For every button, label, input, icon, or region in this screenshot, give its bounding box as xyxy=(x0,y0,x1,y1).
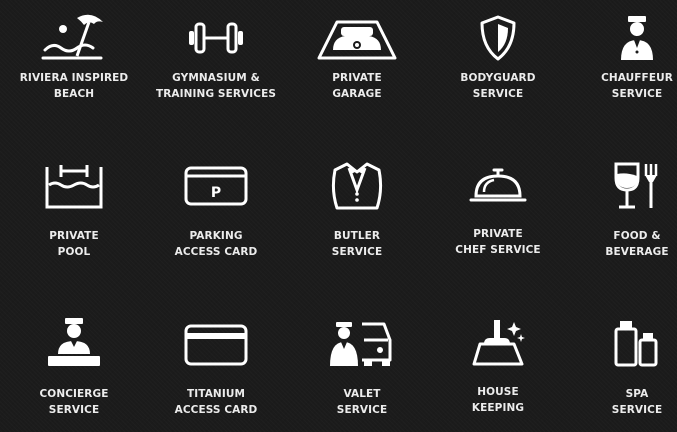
spa-bottles-icon xyxy=(592,312,677,372)
amenity-label: PRIVATE GARAGE xyxy=(332,72,382,100)
amenity-label: HOUSE KEEPING xyxy=(471,386,525,414)
amenity-housekeeping: HOUSE KEEPING xyxy=(433,312,563,432)
amenity-label: BODYGUARD SERVICE xyxy=(460,72,536,100)
amenity-chauffeur: CHAUFFEUR SERVICE xyxy=(572,8,677,128)
amenity-label: TITANIUM ACCESS CARD xyxy=(174,388,258,416)
amenity-pool: PRIVATE POOL xyxy=(9,156,139,276)
amenity-food-beverage: FOOD & BEVERAGE xyxy=(572,156,677,276)
amenity-chef: PRIVATE CHEF SERVICE xyxy=(433,156,563,276)
chauffeur-icon xyxy=(592,8,677,68)
amenity-label: RIVIERA INSPIRED BEACH xyxy=(19,72,129,100)
shield-icon xyxy=(453,8,543,68)
amenity-label: SPA SERVICE xyxy=(611,388,663,416)
svg-text:P: P xyxy=(211,185,221,201)
valet-car-icon xyxy=(317,312,407,372)
amenity-label: VALET SERVICE xyxy=(336,388,388,416)
amenity-label: PARKING ACCESS CARD xyxy=(174,230,258,258)
amenity-label: FOOD & BEVERAGE xyxy=(605,230,669,258)
amenity-label: CONCIERGE SERVICE xyxy=(39,388,109,416)
dustpan-sparkle-icon xyxy=(453,312,543,372)
amenity-butler: BUTLER SERVICE xyxy=(292,156,422,276)
cloche-icon xyxy=(453,156,543,216)
parking-card-icon: P xyxy=(171,156,261,216)
beach-umbrella-icon xyxy=(29,8,119,68)
amenity-bodyguard: BODYGUARD SERVICE xyxy=(433,8,563,128)
amenity-label: GYMNASIUM & TRAINING SERVICES xyxy=(155,72,277,100)
sports-car-garage-icon xyxy=(312,8,402,68)
concierge-icon xyxy=(29,312,119,372)
amenity-beach: RIVIERA INSPIRED BEACH xyxy=(9,8,139,128)
amenity-label: PRIVATE CHEF SERVICE xyxy=(455,228,541,256)
amenity-parking-card: P PARKING ACCESS CARD xyxy=(151,156,281,276)
access-card-icon xyxy=(171,312,261,372)
pool-icon xyxy=(29,156,119,216)
wine-glass-cutlery-icon xyxy=(592,156,677,216)
amenity-gymnasium: GYMNASIUM & TRAINING SERVICES xyxy=(151,8,281,128)
dumbbell-icon xyxy=(171,8,261,68)
amenity-label: BUTLER SERVICE xyxy=(331,230,383,258)
amenity-titanium-card: TITANIUM ACCESS CARD xyxy=(151,312,281,432)
amenity-garage: PRIVATE GARAGE xyxy=(292,8,422,128)
amenity-concierge: CONCIERGE SERVICE xyxy=(9,312,139,432)
amenity-valet: VALET SERVICE xyxy=(297,312,427,432)
amenity-label: PRIVATE POOL xyxy=(49,230,99,258)
amenity-label: CHAUFFEUR SERVICE xyxy=(601,72,673,100)
tuxedo-icon xyxy=(312,156,402,216)
amenity-spa: SPA SERVICE xyxy=(572,312,677,432)
amenities-grid: RIVIERA INSPIRED BEACH GYMNASIUM & TRAIN… xyxy=(0,0,677,419)
